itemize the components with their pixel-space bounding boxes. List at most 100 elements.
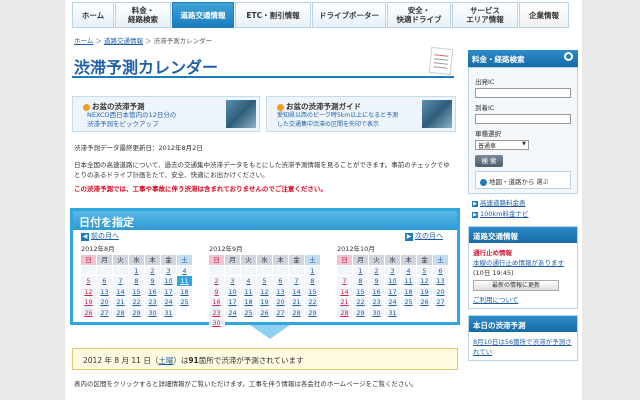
calendar-day[interactable]: 11 [177, 276, 193, 287]
calendar-day[interactable]: 7 [289, 276, 305, 287]
closure-link[interactable]: 本線の通行止め情報があります [473, 259, 564, 267]
calendar-day[interactable]: 27 [273, 307, 289, 318]
banner-obon-guide[interactable]: お盆の渋滞予測ガイド 愛知県以西のピーク時5km以上になると予測 した交通集中渋滞… [266, 96, 456, 132]
toll-table-link[interactable]: 高速道路料金表 [480, 199, 526, 207]
usage-link[interactable]: ご利用について [473, 296, 518, 304]
calendar-day[interactable]: 25 [177, 297, 193, 308]
nav-corporate[interactable]: 企業情報 [519, 2, 569, 28]
calendar-day[interactable]: 28 [289, 307, 305, 318]
calendar-day[interactable]: 24 [161, 297, 177, 308]
calendar-day[interactable]: 31 [385, 307, 401, 318]
breadcrumb-home[interactable]: ホーム [74, 37, 93, 45]
calendar-day[interactable]: 26 [257, 307, 273, 318]
vehicle-select[interactable]: 普通車 [475, 140, 529, 150]
calendar-day[interactable]: 20 [433, 286, 449, 297]
calendar-day[interactable]: 23 [145, 297, 161, 308]
calendar-day[interactable]: 13 [433, 276, 449, 287]
calendar-day[interactable]: 27 [97, 307, 113, 318]
to-ic-input[interactable] [475, 114, 571, 124]
calendar-day[interactable]: 30 [369, 307, 385, 318]
refresh-button[interactable]: 最新の情報に更新 [473, 280, 559, 291]
calendar-day[interactable]: 15 [305, 286, 321, 297]
nav-safe-drive[interactable]: 安全・ 快適ドライブ [387, 2, 451, 28]
calendar-day[interactable]: 9 [145, 276, 161, 287]
calendar-day[interactable]: 24 [385, 297, 401, 308]
calendar-day[interactable]: 25 [241, 307, 257, 318]
calendar-day[interactable]: 22 [305, 297, 321, 308]
calendar-day[interactable]: 13 [97, 286, 113, 297]
calendar-day[interactable]: 17 [385, 286, 401, 297]
calendar-day[interactable]: 12 [81, 286, 97, 297]
calendar-day[interactable]: 6 [273, 276, 289, 287]
calendar-day[interactable]: 9 [369, 276, 385, 287]
calendar-day[interactable]: 3 [161, 265, 177, 276]
calendar-day[interactable]: 3 [385, 265, 401, 276]
calendar-day[interactable]: 6 [97, 276, 113, 287]
nav-drive-porter[interactable]: ドライブポーター [312, 2, 386, 28]
calendar-day[interactable]: 16 [145, 286, 161, 297]
calendar-day[interactable]: 16 [209, 297, 225, 308]
calendar-day[interactable]: 29 [353, 307, 369, 318]
calendar-day[interactable]: 5 [81, 276, 97, 287]
calendar-day[interactable]: 15 [129, 286, 145, 297]
calendar-day[interactable]: 14 [113, 286, 129, 297]
calendar-day[interactable]: 19 [257, 297, 273, 308]
calendar-day[interactable]: 7 [337, 276, 353, 287]
calendar-day[interactable]: 28 [113, 307, 129, 318]
calendar-day[interactable]: 26 [81, 307, 97, 318]
calendar-day[interactable]: 22 [129, 297, 145, 308]
calendar-day[interactable]: 14 [289, 286, 305, 297]
calendar-day[interactable]: 25 [401, 297, 417, 308]
calendar-day[interactable]: 30 [209, 318, 225, 329]
nav-etc-discount[interactable]: ETC・割引情報 [235, 2, 311, 28]
calendar-day[interactable]: 30 [145, 307, 161, 318]
calendar-day[interactable]: 23 [369, 297, 385, 308]
calendar-day[interactable]: 18 [401, 286, 417, 297]
from-ic-input[interactable] [475, 88, 571, 98]
calendar-day[interactable]: 31 [161, 307, 177, 318]
calendar-day[interactable]: 1 [129, 265, 145, 276]
nav-traffic-info[interactable]: 道路交通情報 [172, 2, 234, 28]
calendar-day[interactable]: 4 [177, 265, 193, 276]
calendar-day[interactable]: 2 [369, 265, 385, 276]
calendar-day[interactable]: 17 [161, 286, 177, 297]
calendar-day[interactable]: 10 [225, 286, 241, 297]
calendar-day[interactable]: 1 [353, 265, 369, 276]
nav-home[interactable]: ホーム [72, 2, 114, 28]
calendar-day[interactable]: 14 [337, 286, 353, 297]
calendar-day[interactable]: 17 [225, 297, 241, 308]
calendar-day[interactable]: 9 [209, 286, 225, 297]
calendar-day[interactable]: 24 [225, 307, 241, 318]
prev-month-link[interactable]: ◀ 前の月へ [81, 231, 119, 241]
calendar-day[interactable]: 8 [353, 276, 369, 287]
calendar-day[interactable]: 13 [273, 286, 289, 297]
calendar-day[interactable]: 11 [401, 276, 417, 287]
nav-service-area[interactable]: サービス エリア情報 [452, 2, 518, 28]
calendar-day[interactable]: 28 [337, 307, 353, 318]
calendar-day[interactable]: 22 [353, 297, 369, 308]
calendar-day[interactable]: 2 [209, 276, 225, 287]
calendar-day[interactable]: 6 [433, 265, 449, 276]
calendar-day[interactable]: 18 [177, 286, 193, 297]
calendar-day[interactable]: 20 [97, 297, 113, 308]
calendar-day[interactable]: 10 [385, 276, 401, 287]
breadcrumb-traffic[interactable]: 道路交通情報 [104, 37, 143, 45]
calendar-day[interactable]: 20 [273, 297, 289, 308]
calendar-day[interactable]: 2 [145, 265, 161, 276]
next-month-link[interactable]: ▶ 次の月へ [405, 231, 443, 241]
calendar-day[interactable]: 26 [417, 297, 433, 308]
map-select-link[interactable]: 地図・道路から 選ぶ [475, 171, 571, 189]
calendar-day[interactable]: 12 [417, 276, 433, 287]
calendar-day[interactable]: 21 [113, 297, 129, 308]
calendar-day[interactable]: 15 [353, 286, 369, 297]
banner-obon-forecast[interactable]: お盆の渋滞予測 NEXCO西日本管内の12日分の 渋滞予測をピックアップ [72, 96, 260, 132]
calendar-day[interactable]: 16 [369, 286, 385, 297]
calendar-day[interactable]: 21 [337, 297, 353, 308]
calendar-day[interactable]: 4 [401, 265, 417, 276]
calendar-day[interactable]: 12 [257, 286, 273, 297]
calendar-day[interactable]: 8 [129, 276, 145, 287]
calendar-day[interactable]: 29 [129, 307, 145, 318]
calendar-day[interactable]: 8 [305, 276, 321, 287]
calendar-day[interactable]: 29 [305, 307, 321, 318]
calendar-day[interactable]: 27 [433, 297, 449, 308]
